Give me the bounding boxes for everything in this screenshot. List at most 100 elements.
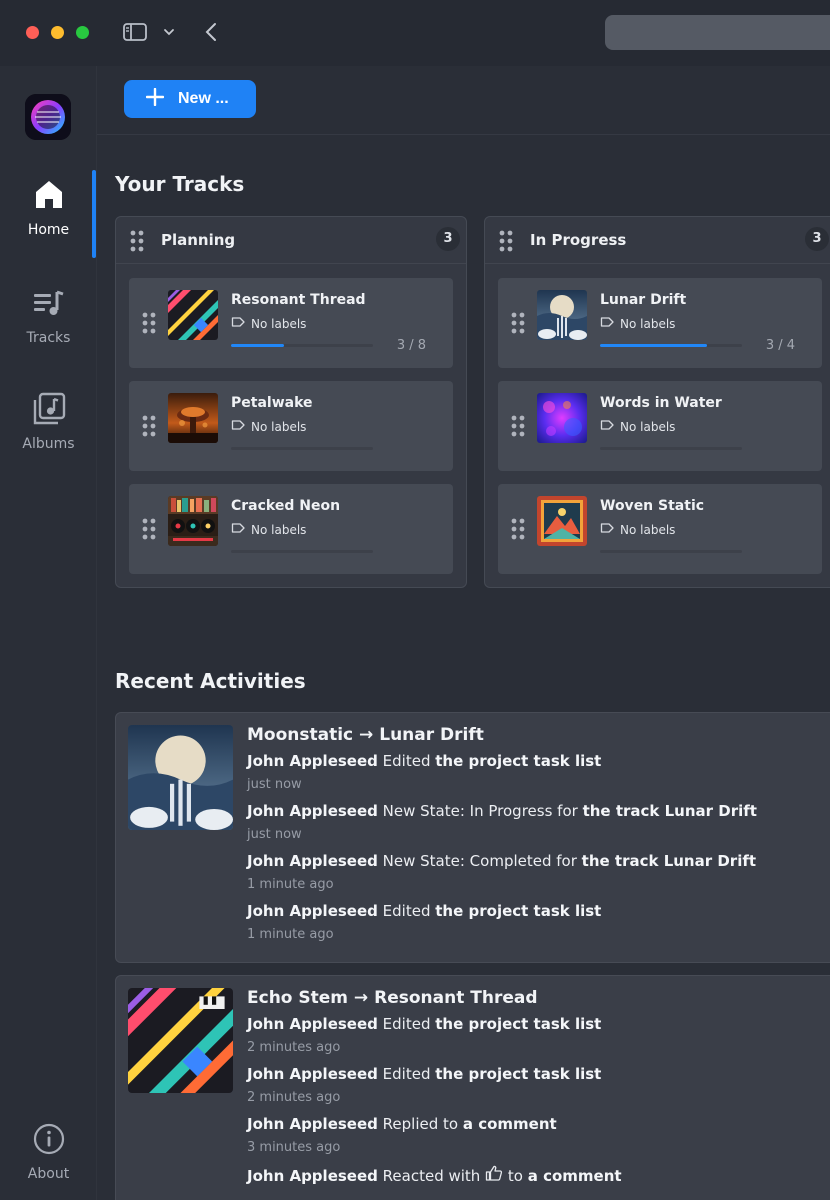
activity-user: John Appleseed [247,1015,378,1033]
back-chevron-icon[interactable] [200,20,222,44]
activity-entry: John Appleseed Edited the project task l… [247,1065,830,1115]
zoom-window-button[interactable] [76,26,89,39]
close-window-button[interactable] [26,26,39,39]
labels-row[interactable]: No labels [600,522,675,537]
activity-group: Moonstatic → Lunar Drift John Appleseed … [115,712,830,963]
drag-handle-icon[interactable] [142,312,156,338]
progress-text: 3 / 4 [765,338,795,353]
track-card[interactable]: Petalwake No labels [129,381,453,471]
drag-handle-icon[interactable] [142,518,156,544]
activity-time: just now [247,827,302,842]
track-card[interactable]: Cracked Neon No labels [129,484,453,574]
track-artwork [168,393,218,443]
activity-title[interactable]: Echo Stem → Resonant Thread [247,988,830,1015]
activity-action: Edited [382,752,431,770]
column-planning: Planning 3 Resonant Thread No labels 3 /… [115,216,467,588]
progress-bar [600,447,742,450]
track-artwork [168,290,218,340]
app-logo [25,94,71,140]
drag-handle-icon[interactable] [511,415,525,441]
activity-target-link[interactable]: the track Lunar Drift [582,852,756,870]
minimize-window-button[interactable] [51,26,64,39]
track-card[interactable]: Lunar Drift No labels 3 / 4 [498,278,822,368]
progress-bar [600,550,742,553]
activity-user: John Appleseed [247,802,378,820]
activity-target-link[interactable]: a comment [463,1115,557,1133]
new-button[interactable]: New ... [124,80,256,118]
drag-handle-icon[interactable] [499,230,513,256]
tag-icon [600,316,614,331]
activity-action: Edited [382,902,431,920]
section-title-activities: Recent Activities [115,669,306,693]
activity-entry: John Appleseed Edited the project task l… [247,752,830,802]
activity-target-link[interactable]: the project task list [435,1065,601,1083]
plus-icon [145,87,165,111]
albums-icon [32,392,66,430]
labels-row[interactable]: No labels [231,522,306,537]
activity-entry: John Appleseed Edited the project task l… [247,902,830,952]
activity-time: 1 minute ago [247,927,334,942]
activity-time: 1 minute ago [247,877,334,892]
labels-row[interactable]: No labels [231,419,306,434]
sidebar-item-albums[interactable]: Albums [0,392,97,482]
column-header: Planning 3 [116,217,466,264]
labels-text: No labels [251,316,307,331]
activity-user: John Appleseed [247,1115,378,1133]
activity-entry: John Appleseed New State: Completed for … [247,852,830,902]
labels-text: No labels [620,522,676,537]
progress-bar [600,344,742,347]
column-in-progress: In Progress 3 Lunar Drift No labels 3 / … [484,216,830,588]
activity-target-link[interactable]: the project task list [435,902,601,920]
sidebar-item-tracks[interactable]: Tracks [0,288,97,378]
activity-user: John Appleseed [247,752,378,770]
sidebar: Home Tracks Albums About [0,66,97,1200]
thumbs-up-icon [485,1165,503,1185]
activity-action-suffix: to [507,1167,523,1185]
track-card[interactable]: Resonant Thread No labels 3 / 8 [129,278,453,368]
search-field[interactable] [605,15,830,50]
activity-title[interactable]: Moonstatic → Lunar Drift [247,725,830,752]
drag-handle-icon[interactable] [511,312,525,338]
sidebar-toggle-icon[interactable] [120,20,150,44]
sidebar-item-about[interactable]: About [0,1122,97,1200]
sidebar-item-home[interactable]: Home [0,178,97,268]
track-name: Lunar Drift [379,725,484,745]
progress-fill [231,344,285,347]
track-title: Lunar Drift [600,292,687,308]
drag-handle-icon[interactable] [130,230,144,256]
activity-target-link[interactable]: the project task list [435,1015,601,1033]
header-toolbar: New ... [97,66,830,135]
activity-group: Echo Stem → Resonant Thread John Applese… [115,975,830,1200]
labels-row[interactable]: No labels [600,316,675,331]
activity-action: Replied to [382,1115,459,1133]
home-icon [33,178,65,216]
labels-text: No labels [620,419,676,434]
sidebar-item-label: About [27,1166,70,1182]
labels-text: No labels [251,419,307,434]
activity-entry: John Appleseed Reacted with to a comment [247,1165,830,1200]
activity-body: Moonstatic → Lunar Drift John Appleseed … [247,725,830,952]
track-card[interactable]: Words in Water No labels [498,381,822,471]
progress-fill [600,344,707,347]
drag-handle-icon[interactable] [142,415,156,441]
progress-bar [231,344,373,347]
track-artwork [537,393,587,443]
album-artwork [128,725,233,830]
labels-row[interactable]: No labels [231,316,306,331]
activity-target-link[interactable]: a comment [528,1167,622,1185]
chevron-down-icon[interactable] [160,22,178,42]
sidebar-item-label: Albums [22,436,75,452]
info-icon [32,1122,66,1160]
main-content: New ... Your Tracks Planning 3 Resonant … [97,66,830,1200]
track-card[interactable]: Woven Static No labels [498,484,822,574]
section-title-tracks: Your Tracks [115,172,245,196]
progress-bar [231,550,373,553]
track-title: Resonant Thread [231,292,366,308]
labels-row[interactable]: No labels [600,419,675,434]
activity-action: Edited [382,1065,431,1083]
activity-entry: John Appleseed New State: In Progress fo… [247,802,830,852]
activity-target-link[interactable]: the track Lunar Drift [583,802,757,820]
activity-target-link[interactable]: the project task list [435,752,601,770]
drag-handle-icon[interactable] [511,518,525,544]
activity-entry: John Appleseed Replied to a comment 3 mi… [247,1115,830,1165]
